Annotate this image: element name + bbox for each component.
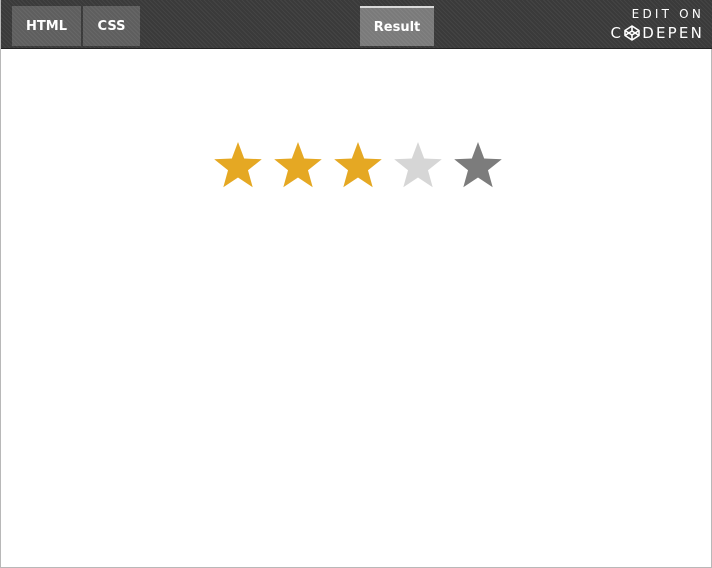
star-rating: [213, 140, 503, 192]
edit-on-label: EDIT ON: [631, 7, 704, 21]
star-icon[interactable]: [453, 140, 503, 192]
star-icon[interactable]: [393, 140, 443, 192]
codepen-wordmark: C DEPEN: [611, 23, 704, 43]
star-icon[interactable]: [273, 140, 323, 192]
edit-on-codepen-link[interactable]: EDIT ON C DEPEN: [594, 7, 704, 43]
tab-css[interactable]: CSS: [83, 6, 140, 46]
star-icon[interactable]: [333, 140, 383, 192]
codepen-logo-icon: [624, 25, 641, 41]
codepen-wordmark-rest: DEPEN: [642, 24, 704, 42]
tab-result-label: Result: [373, 19, 421, 35]
tab-html-label: HTML: [26, 18, 67, 34]
codepen-wordmark-c: C: [610, 24, 624, 42]
app-window: HTML CSS Result EDIT ON C DEPEN: [0, 0, 712, 568]
star-icon[interactable]: [213, 140, 263, 192]
codepen-embed-toolbar: HTML CSS Result EDIT ON C DEPEN: [1, 0, 712, 49]
tab-html[interactable]: HTML: [12, 6, 82, 46]
tab-result[interactable]: Result: [360, 6, 434, 46]
tab-css-label: CSS: [97, 18, 126, 34]
